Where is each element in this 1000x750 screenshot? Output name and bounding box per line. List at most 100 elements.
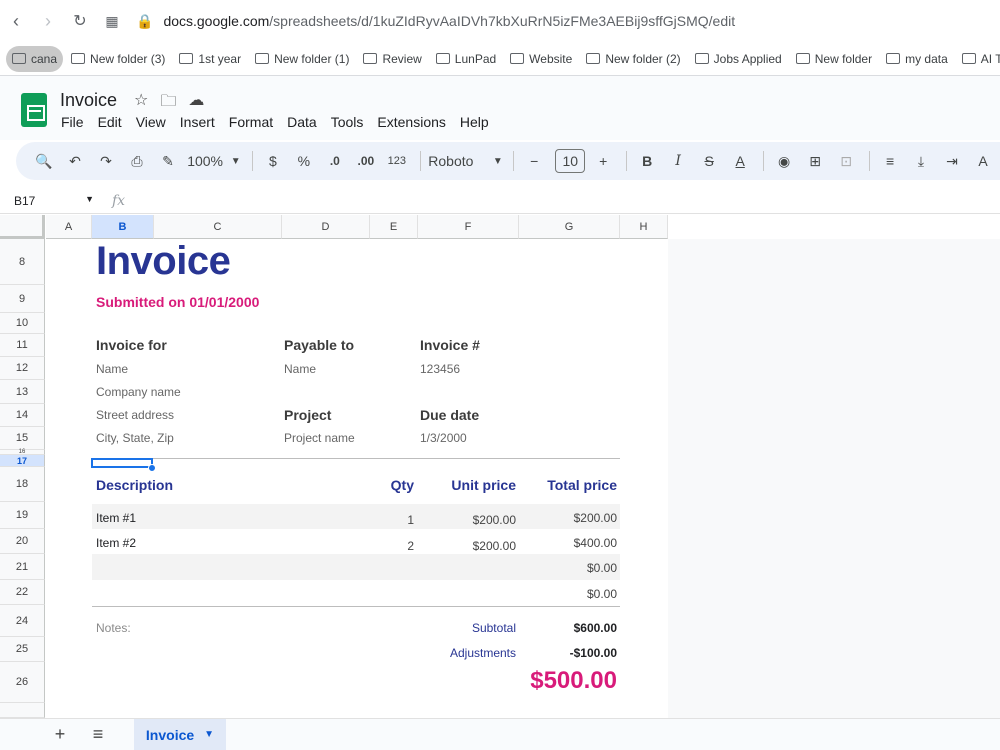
street-address: Street address <box>96 408 175 422</box>
row-header[interactable]: 8 <box>0 239 45 285</box>
currency-button[interactable]: $ <box>259 147 287 175</box>
paint-format-icon[interactable]: ✎ <box>154 147 182 175</box>
menu-help[interactable]: Help <box>453 114 496 130</box>
increase-decimal-button[interactable]: .00 <box>352 147 380 175</box>
decrease-decimal-button[interactable]: .0 <box>321 147 349 175</box>
menu-insert[interactable]: Insert <box>173 114 222 130</box>
menu-file[interactable]: File <box>54 114 91 130</box>
chevron-down-icon[interactable]: ▼ <box>204 729 214 740</box>
row-header[interactable]: 12 <box>0 357 45 380</box>
menu-extensions[interactable]: Extensions <box>370 114 452 130</box>
row-header[interactable]: 9 <box>0 285 45 313</box>
document-title[interactable]: Invoice <box>60 90 117 111</box>
select-all-corner[interactable] <box>0 215 45 239</box>
bookmark-folder[interactable]: Jobs Applied <box>689 46 788 72</box>
bookmarks-bar: cana New folder (3) 1st year New folder … <box>0 42 1000 76</box>
increase-font-size-button[interactable]: + <box>589 147 617 175</box>
more-formats-button[interactable]: 123 <box>383 147 411 175</box>
row-header[interactable]: 13 <box>0 380 45 404</box>
row-header[interactable]: 20 <box>0 529 45 554</box>
decrease-font-size-button[interactable]: − <box>520 147 548 175</box>
bookmark-folder[interactable]: my data <box>880 46 954 72</box>
selected-cell-b17[interactable] <box>91 458 153 468</box>
divider <box>92 606 620 607</box>
folder-icon <box>961 53 976 64</box>
zoom-select[interactable]: 100% ▼ <box>185 147 243 175</box>
bookmark-folder[interactable]: Review <box>357 46 427 72</box>
strikethrough-icon[interactable]: S <box>695 147 723 175</box>
sheets-logo-icon[interactable] <box>21 93 47 127</box>
italic-button[interactable]: I <box>664 147 692 175</box>
row-header[interactable]: 10 <box>0 313 45 334</box>
row-header[interactable]: 24 <box>0 605 45 637</box>
back-icon[interactable]: ‹ <box>0 5 32 37</box>
bookmark-folder[interactable]: LunPad <box>430 46 502 72</box>
column-header-a[interactable]: A <box>46 215 92 239</box>
text-rotation-icon[interactable]: A <box>969 147 997 175</box>
bookmark-folder[interactable]: New folder (3) <box>65 46 171 72</box>
undo-icon[interactable]: ↶ <box>61 147 89 175</box>
bookmark-folder[interactable]: 1st year <box>173 46 247 72</box>
fill-handle[interactable] <box>148 464 156 472</box>
row-header[interactable] <box>0 703 45 718</box>
all-sheets-menu-icon[interactable]: ≡ <box>79 724 117 745</box>
row-header[interactable]: 15 <box>0 427 45 450</box>
row-header[interactable]: 25 <box>0 637 45 662</box>
move-folder-icon[interactable]: 🗀 <box>160 90 176 117</box>
search-icon[interactable]: 🔍 <box>30 147 58 175</box>
bookmark-folder[interactable]: Website <box>504 46 578 72</box>
chevron-down-icon: ▼ <box>492 155 503 167</box>
align-icon[interactable]: ≡ <box>876 147 904 175</box>
star-icon[interactable]: ☆ <box>134 90 148 117</box>
add-sheet-button[interactable]: + <box>41 724 79 745</box>
fill-color-icon[interactable]: ◉ <box>770 147 798 175</box>
vertical-align-icon[interactable]: ⤓ <box>907 147 935 175</box>
row-header[interactable]: 11 <box>0 334 45 357</box>
row-header[interactable]: 14 <box>0 404 45 427</box>
column-header-d[interactable]: D <box>282 215 370 239</box>
column-header-e[interactable]: E <box>370 215 418 239</box>
row-header[interactable]: 18 <box>0 467 45 502</box>
column-header-h[interactable]: H <box>620 215 668 239</box>
spreadsheet-grid[interactable]: A B C D E F G H 8 9 10 11 12 13 14 15 16… <box>0 215 1000 718</box>
menu-data[interactable]: Data <box>280 114 324 130</box>
menu-tools[interactable]: Tools <box>324 114 371 130</box>
bold-button[interactable]: B <box>633 147 661 175</box>
name-box[interactable]: B17 ▼ <box>0 194 100 208</box>
row-header[interactable]: 21 <box>0 554 45 580</box>
row-header-selected[interactable]: 17 <box>0 455 45 467</box>
menu-format[interactable]: Format <box>222 114 280 130</box>
bookmark-folder[interactable]: New folder (1) <box>249 46 355 72</box>
folder-icon <box>435 53 450 64</box>
percent-button[interactable]: % <box>290 147 318 175</box>
merge-cells-icon[interactable]: ⊡ <box>832 147 860 175</box>
due-date-label: Due date <box>420 407 480 423</box>
text-color-icon[interactable]: A <box>726 147 754 175</box>
sheet-tab-invoice[interactable]: Invoice ▼ <box>134 718 226 750</box>
column-header-c[interactable]: C <box>154 215 282 239</box>
reload-icon[interactable]: ↻ <box>64 5 96 37</box>
borders-icon[interactable]: ⊞ <box>801 147 829 175</box>
column-header-f[interactable]: F <box>418 215 519 239</box>
column-header-b[interactable]: B <box>92 215 154 239</box>
url-field[interactable]: 🔒 docs.google.com /spreadsheets/d/1kuZId… <box>136 13 735 30</box>
out-of-range-area <box>668 239 1000 718</box>
forward-icon[interactable]: › <box>32 5 64 37</box>
menu-edit[interactable]: Edit <box>91 114 129 130</box>
row-header[interactable]: 26 <box>0 662 45 703</box>
print-icon[interactable]: ⎙ <box>123 147 151 175</box>
row-header[interactable]: 22 <box>0 580 45 605</box>
bookmark-folder[interactable]: New folder (2) <box>580 46 686 72</box>
bookmark-folder[interactable]: cana <box>6 45 64 72</box>
column-header-g[interactable]: G <box>519 215 620 239</box>
row-header[interactable]: 19 <box>0 502 45 529</box>
cloud-status-icon[interactable]: ☁ <box>188 90 204 117</box>
redo-icon[interactable]: ↷ <box>92 147 120 175</box>
font-select[interactable]: Roboto ▼ <box>427 147 505 175</box>
tab-groups-icon[interactable]: ▦ <box>96 5 128 37</box>
bookmark-folder[interactable]: AI Tools <box>956 46 1000 72</box>
bookmark-folder[interactable]: New folder <box>790 46 878 72</box>
menu-view[interactable]: View <box>129 114 173 130</box>
text-wrap-icon[interactable]: ⇥ <box>938 147 966 175</box>
font-size-input[interactable]: 10 <box>555 149 586 173</box>
